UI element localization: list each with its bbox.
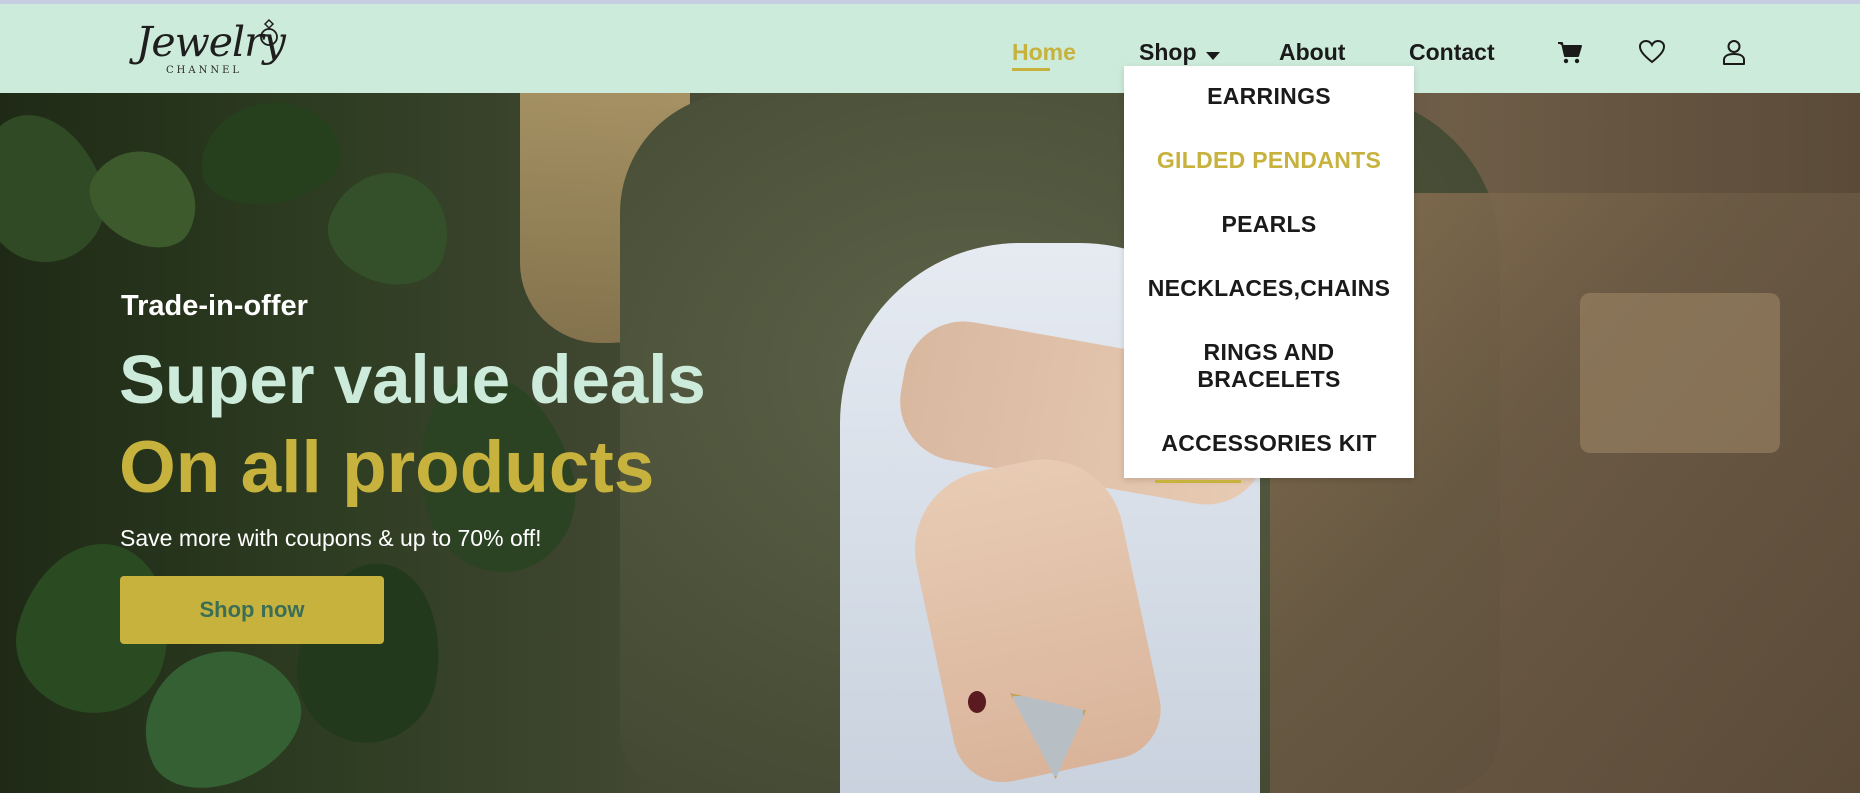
hero-title-line1: Super value deals	[119, 341, 706, 418]
dropdown-item-pearls[interactable]: PEARLS	[1124, 211, 1414, 238]
hero-banner: Trade-in-offer Super value deals On all …	[0, 93, 1860, 793]
shop-now-button[interactable]: Shop now	[120, 576, 384, 644]
ring-icon	[260, 18, 278, 46]
cart-icon[interactable]	[1556, 38, 1584, 66]
dropdown-item-rings-and-bracelets[interactable]: RINGS AND BRACELETS	[1124, 339, 1414, 393]
logo[interactable]: Jewelry CHANNEL	[134, 18, 286, 82]
dropdown-item-accessories-kit[interactable]: ACCESSORIES KIT	[1124, 430, 1414, 457]
logo-subtext: CHANNEL	[166, 65, 243, 76]
chevron-down-icon[interactable]	[1206, 52, 1220, 60]
dropdown-item-necklaces-chains[interactable]: NECKLACES,CHAINS	[1124, 275, 1414, 302]
hero-title-line2: On all products	[119, 427, 655, 508]
navbar: Jewelry CHANNEL Home Shop About Contact	[0, 4, 1860, 93]
nav-shop[interactable]: Shop	[1139, 38, 1197, 66]
heart-icon[interactable]	[1638, 38, 1666, 66]
nav-about[interactable]: About	[1279, 38, 1345, 66]
dropdown-item-earrings[interactable]: EARRINGS	[1124, 83, 1414, 110]
dropdown-hover-underline	[1155, 480, 1241, 483]
nav-home-underline	[1012, 68, 1050, 71]
hero-subtitle: Trade-in-offer	[121, 290, 308, 322]
dropdown-item-gilded-pendants[interactable]: GILDED PENDANTS	[1124, 147, 1414, 174]
nav-contact[interactable]: Contact	[1409, 38, 1495, 66]
hero-description: Save more with coupons & up to 70% off!	[120, 525, 542, 551]
nav-home[interactable]: Home	[1012, 38, 1076, 66]
shop-dropdown-menu: EARRINGS GILDED PENDANTS PEARLS NECKLACE…	[1124, 66, 1414, 478]
user-icon[interactable]	[1720, 38, 1748, 66]
